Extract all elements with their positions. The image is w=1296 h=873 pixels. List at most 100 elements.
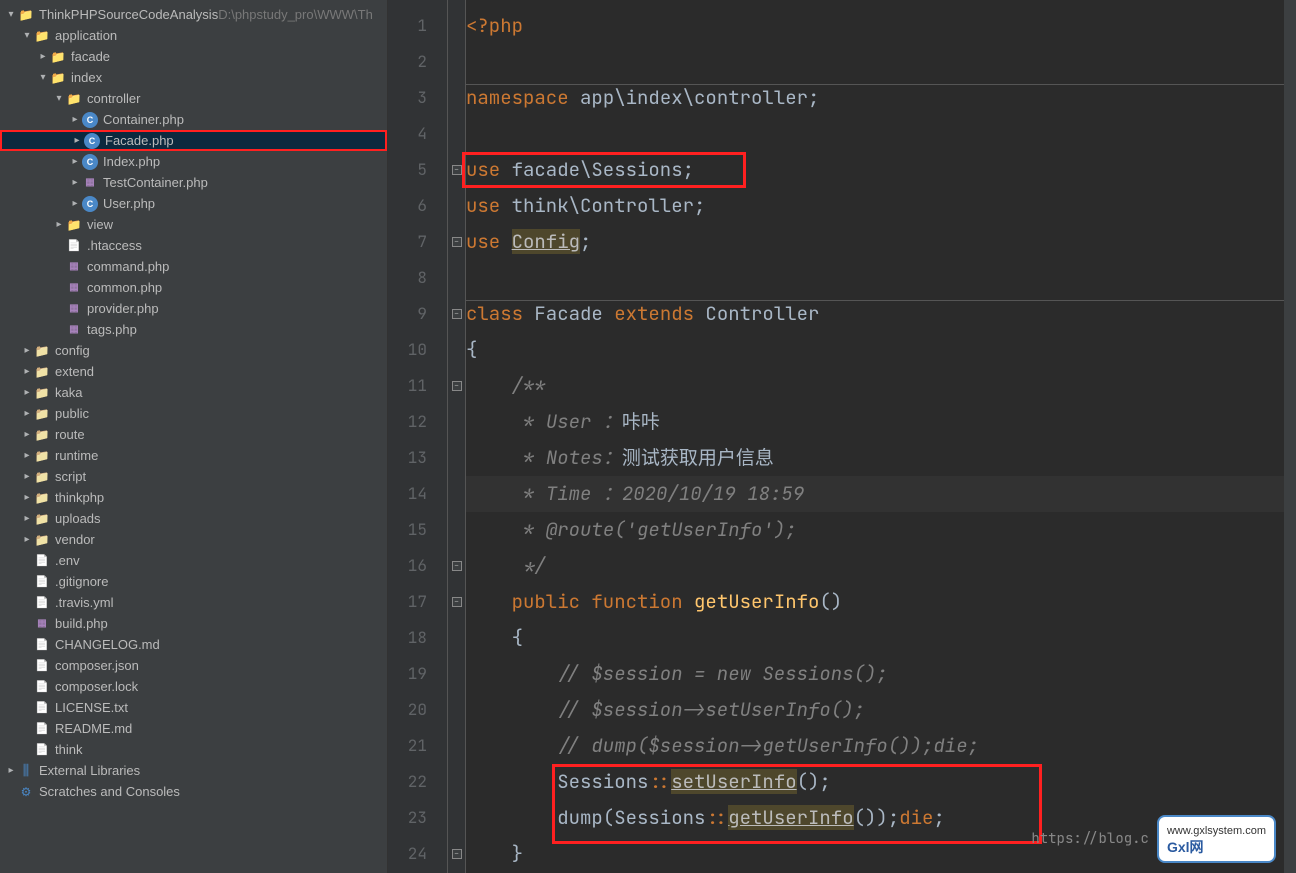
tree-item-facade[interactable]: facade bbox=[0, 46, 387, 67]
tree-item-kaka[interactable]: kaka bbox=[0, 382, 387, 403]
tree-item-common-php[interactable]: common.php bbox=[0, 277, 387, 298]
code-area[interactable]: <?php namespace app\index\controller; use … bbox=[466, 0, 1284, 873]
chevron-icon[interactable] bbox=[20, 30, 34, 41]
chevron-icon[interactable] bbox=[20, 408, 34, 419]
tree-item-scratches-and-consoles[interactable]: Scratches and Consoles bbox=[0, 781, 387, 802]
tree-item--gitignore[interactable]: .gitignore bbox=[0, 571, 387, 592]
folder-app-icon bbox=[66, 91, 82, 107]
editor-scrollbar[interactable] bbox=[1284, 0, 1296, 873]
tree-item-vendor[interactable]: vendor bbox=[0, 529, 387, 550]
fold-toggle-icon[interactable] bbox=[452, 309, 462, 319]
tree-item-changelog-md[interactable]: CHANGELOG.md bbox=[0, 634, 387, 655]
tree-item-user-php[interactable]: User.php bbox=[0, 193, 387, 214]
tree-item-uploads[interactable]: uploads bbox=[0, 508, 387, 529]
tree-item-application[interactable]: application bbox=[0, 25, 387, 46]
fold-toggle-icon[interactable] bbox=[452, 561, 462, 571]
code-line[interactable]: <?php bbox=[466, 8, 1284, 44]
code-line[interactable]: // $session->setUserInfo(); bbox=[466, 692, 1284, 728]
code-line[interactable] bbox=[466, 116, 1284, 152]
code-line[interactable]: use facade\Sessions; bbox=[466, 152, 1284, 188]
chevron-icon[interactable] bbox=[20, 534, 34, 545]
tree-item-provider-php[interactable]: provider.php bbox=[0, 298, 387, 319]
tree-item-thinkphpsourcecodeanalysis[interactable]: ThinkPHPSourceCodeAnalysis D:\phpstudy_p… bbox=[0, 4, 387, 25]
chevron-icon[interactable] bbox=[68, 156, 82, 167]
chevron-icon[interactable] bbox=[36, 51, 50, 62]
tree-item-command-php[interactable]: command.php bbox=[0, 256, 387, 277]
code-editor[interactable]: 123456789101112131415161718192021222324 … bbox=[388, 0, 1296, 873]
line-number: 9 bbox=[388, 296, 447, 332]
project-tree-panel[interactable]: ThinkPHPSourceCodeAnalysis D:\phpstudy_p… bbox=[0, 0, 388, 873]
tree-item-container-php[interactable]: Container.php bbox=[0, 109, 387, 130]
tree-item-runtime[interactable]: runtime bbox=[0, 445, 387, 466]
code-line[interactable]: * User ：咔咔 bbox=[466, 404, 1284, 440]
fold-toggle-icon[interactable] bbox=[452, 597, 462, 607]
chevron-icon[interactable] bbox=[4, 765, 18, 776]
tree-item--htaccess[interactable]: .htaccess bbox=[0, 235, 387, 256]
tree-item-route[interactable]: route bbox=[0, 424, 387, 445]
chevron-icon[interactable] bbox=[20, 471, 34, 482]
tree-item-readme-md[interactable]: README.md bbox=[0, 718, 387, 739]
chevron-icon[interactable] bbox=[20, 366, 34, 377]
tree-item-script[interactable]: script bbox=[0, 466, 387, 487]
code-line[interactable]: * @route('getUserInfo'); bbox=[466, 512, 1284, 548]
code-line[interactable] bbox=[466, 260, 1284, 296]
tree-item-composer-json[interactable]: composer.json bbox=[0, 655, 387, 676]
chevron-icon[interactable] bbox=[52, 93, 66, 104]
tree-item-controller[interactable]: controller bbox=[0, 88, 387, 109]
code-line[interactable]: { bbox=[466, 620, 1284, 656]
tree-item-extend[interactable]: extend bbox=[0, 361, 387, 382]
fold-column[interactable] bbox=[448, 0, 466, 873]
tree-item-think[interactable]: think bbox=[0, 739, 387, 760]
tree-item-view[interactable]: view bbox=[0, 214, 387, 235]
chevron-icon[interactable] bbox=[20, 513, 34, 524]
tree-item--env[interactable]: .env bbox=[0, 550, 387, 571]
tree-item-tags-php[interactable]: tags.php bbox=[0, 319, 387, 340]
code-line[interactable]: use think\Controller; bbox=[466, 188, 1284, 224]
chevron-icon[interactable] bbox=[68, 198, 82, 209]
tree-item-index[interactable]: index bbox=[0, 67, 387, 88]
code-line[interactable]: namespace app\index\controller; bbox=[466, 80, 1284, 116]
fold-toggle-icon[interactable] bbox=[452, 165, 462, 175]
tree-item-build-php[interactable]: build.php bbox=[0, 613, 387, 634]
tree-item-facade-php[interactable]: Facade.php bbox=[0, 130, 387, 151]
code-line[interactable]: use Config; bbox=[466, 224, 1284, 260]
code-line[interactable]: /** bbox=[466, 368, 1284, 404]
folder-icon-icon bbox=[34, 469, 50, 485]
tree-item-config[interactable]: config bbox=[0, 340, 387, 361]
code-line[interactable]: public function getUserInfo() bbox=[466, 584, 1284, 620]
fold-toggle-icon[interactable] bbox=[452, 381, 462, 391]
tree-item-composer-lock[interactable]: composer.lock bbox=[0, 676, 387, 697]
code-line[interactable]: // dump($session->getUserInfo());die; bbox=[466, 728, 1284, 764]
code-line[interactable]: { bbox=[466, 332, 1284, 368]
tree-item-testcontainer-php[interactable]: TestContainer.php bbox=[0, 172, 387, 193]
chevron-icon[interactable] bbox=[36, 72, 50, 83]
chevron-icon[interactable] bbox=[20, 450, 34, 461]
fold-toggle-icon[interactable] bbox=[452, 237, 462, 247]
chevron-icon[interactable] bbox=[20, 492, 34, 503]
code-line[interactable]: Sessions::setUserInfo(); bbox=[466, 764, 1284, 800]
chevron-icon[interactable] bbox=[4, 9, 18, 20]
tree-item-public[interactable]: public bbox=[0, 403, 387, 424]
code-line[interactable]: * Time ：2020/10/19 18:59 bbox=[466, 476, 1284, 512]
chevron-icon[interactable] bbox=[52, 219, 66, 230]
code-line[interactable] bbox=[466, 44, 1284, 80]
code-line[interactable]: * Notes：测试获取用户信息 bbox=[466, 440, 1284, 476]
tree-item-index-php[interactable]: Index.php bbox=[0, 151, 387, 172]
chevron-icon[interactable] bbox=[20, 387, 34, 398]
code-line[interactable]: */ bbox=[466, 548, 1284, 584]
code-line[interactable]: // $session = new Sessions(); bbox=[466, 656, 1284, 692]
chevron-icon[interactable] bbox=[68, 114, 82, 125]
tree-item--travis-yml[interactable]: .travis.yml bbox=[0, 592, 387, 613]
chevron-icon[interactable] bbox=[20, 345, 34, 356]
chevron-icon[interactable] bbox=[20, 429, 34, 440]
fold-toggle-icon[interactable] bbox=[452, 849, 462, 859]
code-line[interactable]: class Facade extends Controller bbox=[466, 296, 1284, 332]
chevron-icon[interactable] bbox=[70, 135, 84, 146]
chevron-icon[interactable] bbox=[68, 177, 82, 188]
tree-item-label: CHANGELOG.md bbox=[55, 637, 160, 652]
tree-item-label: External Libraries bbox=[39, 763, 140, 778]
tree-item-label: .gitignore bbox=[55, 574, 108, 589]
tree-item-external-libraries[interactable]: External Libraries bbox=[0, 760, 387, 781]
tree-item-license-txt[interactable]: LICENSE.txt bbox=[0, 697, 387, 718]
tree-item-thinkphp[interactable]: thinkphp bbox=[0, 487, 387, 508]
